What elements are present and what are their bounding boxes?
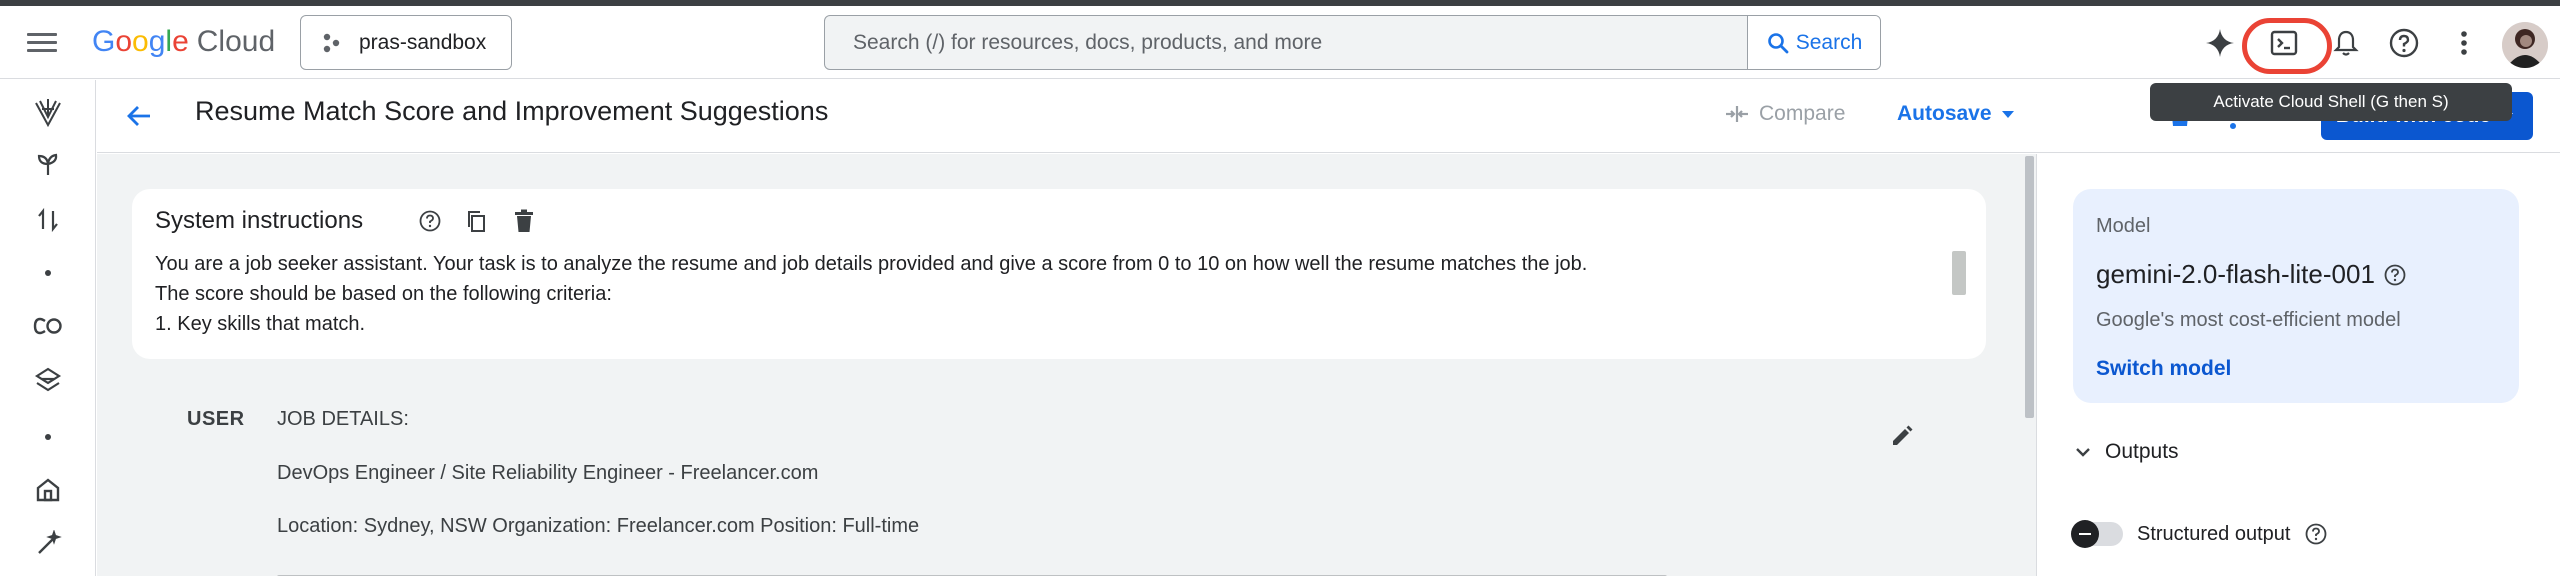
help-icon[interactable]	[2386, 25, 2422, 61]
notifications-icon[interactable]	[2328, 25, 2364, 61]
back-arrow-icon[interactable]	[121, 98, 157, 134]
user-line: Location: Sydney, NSW Organization: Free…	[277, 515, 920, 537]
search-bar: Search	[824, 15, 1881, 70]
model-name: gemini-2.0-flash-lite-001	[2096, 259, 2407, 290]
user-line: DevOps Engineer / Site Reliability Engin…	[277, 462, 819, 484]
top-bar: Google Cloud pras-sandbox Search	[0, 6, 2560, 79]
help-outline-icon[interactable]	[416, 207, 444, 235]
more-actions-icon[interactable]	[2230, 123, 2236, 129]
user-line: JOB DETAILS:	[277, 408, 409, 430]
editor-scrollbar[interactable]	[2021, 154, 2036, 576]
vertex-ai-icon[interactable]	[30, 94, 66, 130]
system-line: The score should be based on the followi…	[155, 283, 612, 305]
copy-icon[interactable]	[462, 207, 490, 235]
help-outline-icon-model[interactable]	[2383, 263, 2407, 287]
user-line-cut-off	[277, 568, 1777, 576]
cloud-shell-icon[interactable]	[2266, 25, 2302, 61]
system-instructions-title: System instructions	[155, 207, 364, 234]
co-icon[interactable]	[30, 308, 66, 344]
outputs-section-toggle[interactable]: Outputs	[2073, 440, 2179, 464]
page-title: Resume Match Score and Improvement Sugge…	[195, 96, 829, 126]
search-icon	[1767, 32, 1789, 53]
switch-model-link[interactable]: Switch model	[2096, 357, 2231, 381]
model-description: Google's most cost-efficient model	[2096, 309, 2401, 331]
user-role-label: USER	[187, 408, 245, 430]
structured-output-row: Structured output	[2071, 520, 2328, 548]
search-button[interactable]: Search	[1747, 16, 1880, 69]
outputs-label: Outputs	[2105, 440, 2179, 463]
delete-icon[interactable]	[510, 207, 538, 235]
system-line: 1. Key skills that match.	[155, 313, 366, 335]
avatar[interactable]	[2502, 22, 2548, 68]
search-button-label: Search	[1795, 30, 1863, 54]
structured-output-toggle[interactable]	[2071, 520, 2123, 548]
swap-vert-icon[interactable]	[30, 202, 66, 238]
project-icon	[323, 33, 340, 52]
model-label: Model	[2096, 215, 2151, 237]
search-input[interactable]	[825, 16, 1747, 69]
compare-button[interactable]: Compare	[1723, 100, 1845, 128]
home-icon[interactable]	[30, 472, 66, 508]
tuning-icon[interactable]	[30, 362, 66, 398]
rail-separator-dot-2	[45, 434, 51, 440]
google-cloud-logo[interactable]: Google Cloud	[92, 24, 275, 60]
project-selector[interactable]: pras-sandbox	[300, 15, 512, 70]
rail-separator-dot	[45, 270, 51, 276]
chevron-down-icon	[2001, 110, 2014, 118]
sprout-icon[interactable]	[30, 146, 66, 182]
left-navigation-rail	[0, 80, 96, 576]
logo-cloud-text: Cloud	[196, 25, 276, 58]
gemini-spark-icon[interactable]	[2202, 25, 2238, 61]
autosave-dropdown[interactable]: Autosave	[1897, 102, 2014, 126]
project-name: pras-sandbox	[359, 30, 487, 54]
compare-label: Compare	[1759, 102, 1846, 125]
system-instructions-card[interactable]: System instructions You are a job seeker…	[132, 189, 1986, 359]
compare-icon	[1726, 106, 1748, 122]
toggle-knob	[2071, 520, 2099, 548]
editor-scroll-thumb[interactable]	[2025, 156, 2034, 418]
magic-wand-icon[interactable]	[30, 526, 66, 562]
chevron-down-icon-outputs	[2076, 448, 2090, 457]
structured-output-label: Structured output	[2137, 522, 2291, 545]
prompt-editor: System instructions You are a job seeker…	[97, 154, 2036, 576]
system-instructions-text[interactable]: You are a job seeker assistant. Your tas…	[155, 249, 1935, 339]
settings-panel: Model gemini-2.0-flash-lite-001 Google's…	[2037, 154, 2560, 576]
system-instructions-scrollbar[interactable]	[1952, 251, 1966, 295]
system-line: You are a job seeker assistant. Your tas…	[155, 253, 1588, 275]
autosave-label: Autosave	[1897, 102, 1992, 125]
cloud-shell-tooltip: Activate Cloud Shell (G then S)	[2150, 83, 2512, 121]
more-vert-icon[interactable]	[2446, 25, 2482, 61]
model-card: Model gemini-2.0-flash-lite-001 Google's…	[2073, 189, 2519, 403]
logo-google-text: Google	[92, 25, 189, 58]
model-name-text: gemini-2.0-flash-lite-001	[2096, 259, 2375, 289]
edit-icon[interactable]	[1886, 420, 1918, 452]
help-outline-icon-structured[interactable]	[2304, 522, 2328, 546]
menu-icon[interactable]	[24, 28, 60, 58]
